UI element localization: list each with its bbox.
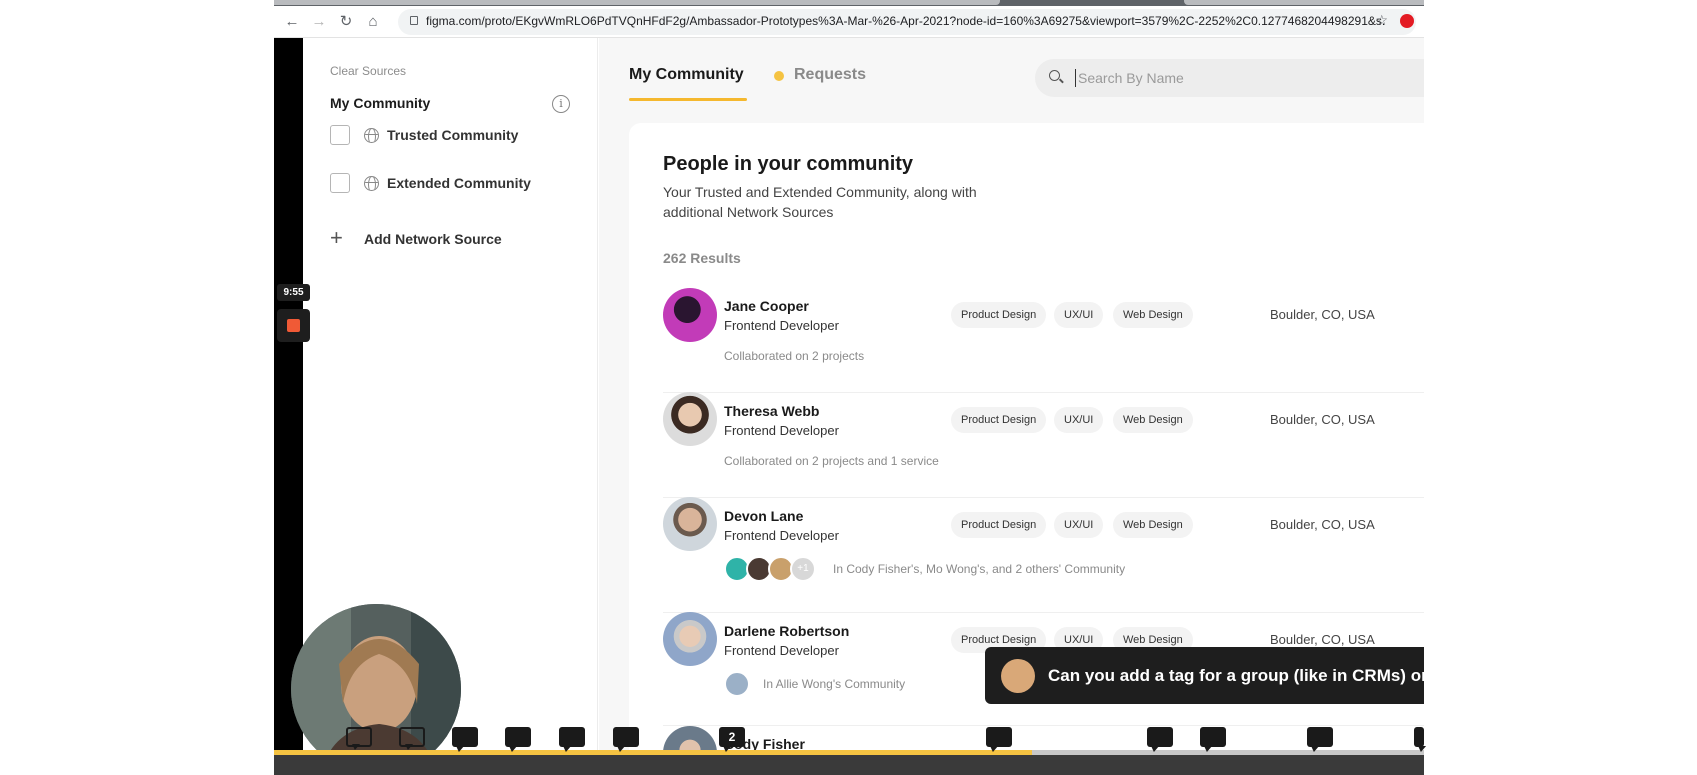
person-name[interactable]: Darlene Robertson: [724, 623, 849, 639]
person-row[interactable]: Theresa Webb Frontend Developer Collabor…: [663, 392, 1424, 498]
person-location: Boulder, CO, USA: [1270, 412, 1375, 427]
url-text[interactable]: figma.com/proto/EKgvWmRLO6PdTVQnHFdF2g/A…: [426, 14, 1386, 28]
timeline-footer: [274, 755, 1424, 775]
clear-sources-link[interactable]: Clear Sources: [330, 64, 406, 78]
community-note: In Allie Wong's Community: [763, 677, 906, 691]
avatar[interactable]: [663, 288, 717, 342]
comment-marker-icon[interactable]: [1307, 727, 1333, 747]
community-note: In Cody Fisher's, Mo Wong's, and 2 other…: [833, 562, 1126, 576]
comment-marker-icon[interactable]: [613, 727, 639, 747]
tag[interactable]: Web Design: [1113, 512, 1193, 538]
sidebar-title: My Community: [330, 95, 431, 111]
comment-marker-icon[interactable]: [986, 727, 1012, 747]
person-role: Frontend Developer: [724, 528, 839, 543]
info-icon[interactable]: i: [552, 95, 570, 113]
person-role: Frontend Developer: [724, 423, 839, 438]
requests-notification-dot: [774, 71, 784, 81]
screen: ← → ↻ ⌂ figma.com/proto/EKgvWmRLO6PdTVQn…: [0, 0, 1697, 775]
tag[interactable]: UX/UI: [1054, 407, 1104, 433]
recording-timer: 9:55: [277, 284, 310, 301]
mini-avatar: [724, 671, 750, 697]
more-count: +1: [790, 556, 816, 582]
commenter-avatar: [1001, 659, 1035, 693]
comment-cluster-marker[interactable]: 2: [719, 727, 745, 747]
tag[interactable]: UX/UI: [1054, 302, 1104, 328]
tag[interactable]: Web Design: [1113, 302, 1193, 328]
bookmark-star-icon[interactable]: ☆: [1375, 12, 1388, 29]
avatar[interactable]: [663, 392, 717, 446]
comment-marker-icon[interactable]: [399, 727, 425, 747]
collaboration-note: Collaborated on 2 projects and 1 service: [724, 454, 939, 468]
browser-tab[interactable]: [274, 0, 1000, 5]
search-input[interactable]: Search By Name: [1035, 59, 1424, 97]
stop-recording-button[interactable]: [277, 309, 310, 342]
comment-timeline: 2: [274, 727, 1424, 775]
person-role: Frontend Developer: [724, 643, 839, 658]
comment-message: Can you add a tag for a group (like in C…: [1048, 666, 1452, 685]
comment-marker-icon[interactable]: [346, 727, 372, 747]
person-name[interactable]: Theresa Webb: [724, 403, 819, 419]
lock-icon: [410, 16, 418, 25]
person-name[interactable]: Jane Cooper: [724, 298, 809, 314]
results-count: 262 Results: [663, 250, 741, 266]
add-network-source-label: Add Network Source: [364, 231, 502, 247]
tab-my-community[interactable]: My Community: [629, 66, 744, 84]
person-row[interactable]: Jane Cooper Frontend Developer Collabora…: [663, 288, 1424, 393]
browser-tab[interactable]: [1184, 0, 1424, 5]
trusted-community-checkbox[interactable]: [330, 125, 350, 145]
comment-marker-icon[interactable]: [1414, 727, 1424, 747]
comment-marker-icon[interactable]: [1147, 727, 1173, 747]
collaboration-note: Collaborated on 2 projects: [724, 349, 865, 363]
person-location: Boulder, CO, USA: [1270, 632, 1375, 647]
extended-community-checkbox[interactable]: [330, 173, 350, 193]
globe-icon: [364, 176, 379, 191]
comment-marker-icon[interactable]: [559, 727, 585, 747]
person-role: Frontend Developer: [724, 318, 839, 333]
text-caret: [1075, 69, 1076, 87]
tag[interactable]: Product Design: [951, 302, 1047, 328]
comment-marker-icon[interactable]: [452, 727, 478, 747]
person-location: Boulder, CO, USA: [1270, 307, 1375, 322]
tag[interactable]: Product Design: [951, 407, 1047, 433]
tag[interactable]: Web Design: [1113, 407, 1193, 433]
person-name[interactable]: Devon Lane: [724, 508, 803, 524]
search-icon: [1049, 70, 1060, 81]
avatar[interactable]: [663, 612, 717, 666]
globe-icon: [364, 128, 379, 143]
reload-icon[interactable]: ↻: [336, 12, 356, 32]
person-row[interactable]: Devon Lane Frontend Developer +1 In Cody…: [663, 497, 1424, 613]
tag[interactable]: UX/UI: [1054, 512, 1104, 538]
person-location: Boulder, CO, USA: [1270, 517, 1375, 532]
plus-icon: +: [330, 225, 343, 250]
active-tab-indicator: [629, 98, 747, 101]
address-bar[interactable]: figma.com/proto/EKgvWmRLO6PdTVQnHFdF2g/A…: [398, 9, 1416, 35]
source-label: Extended Community: [387, 175, 531, 191]
browser-toolbar: ← → ↻ ⌂ figma.com/proto/EKgvWmRLO6PdTVQn…: [274, 6, 1424, 38]
card-subtitle: Your Trusted and Extended Community, alo…: [663, 184, 977, 220]
comment-marker-icon[interactable]: [505, 727, 531, 747]
avatar[interactable]: [663, 497, 717, 551]
comment-marker-icon[interactable]: [1200, 727, 1226, 747]
tab-requests[interactable]: Requests: [794, 66, 866, 84]
search-placeholder: Search By Name: [1078, 70, 1184, 86]
tag[interactable]: Product Design: [951, 512, 1047, 538]
back-arrow-icon[interactable]: ←: [282, 12, 302, 32]
source-label: Trusted Community: [387, 127, 519, 143]
comment-toast[interactable]: Can you add a tag for a group (like in C…: [985, 647, 1451, 704]
forward-arrow-icon[interactable]: →: [309, 12, 329, 32]
home-icon[interactable]: ⌂: [363, 12, 383, 32]
extension-icon[interactable]: [1400, 14, 1414, 28]
card-title: People in your community: [663, 153, 914, 175]
